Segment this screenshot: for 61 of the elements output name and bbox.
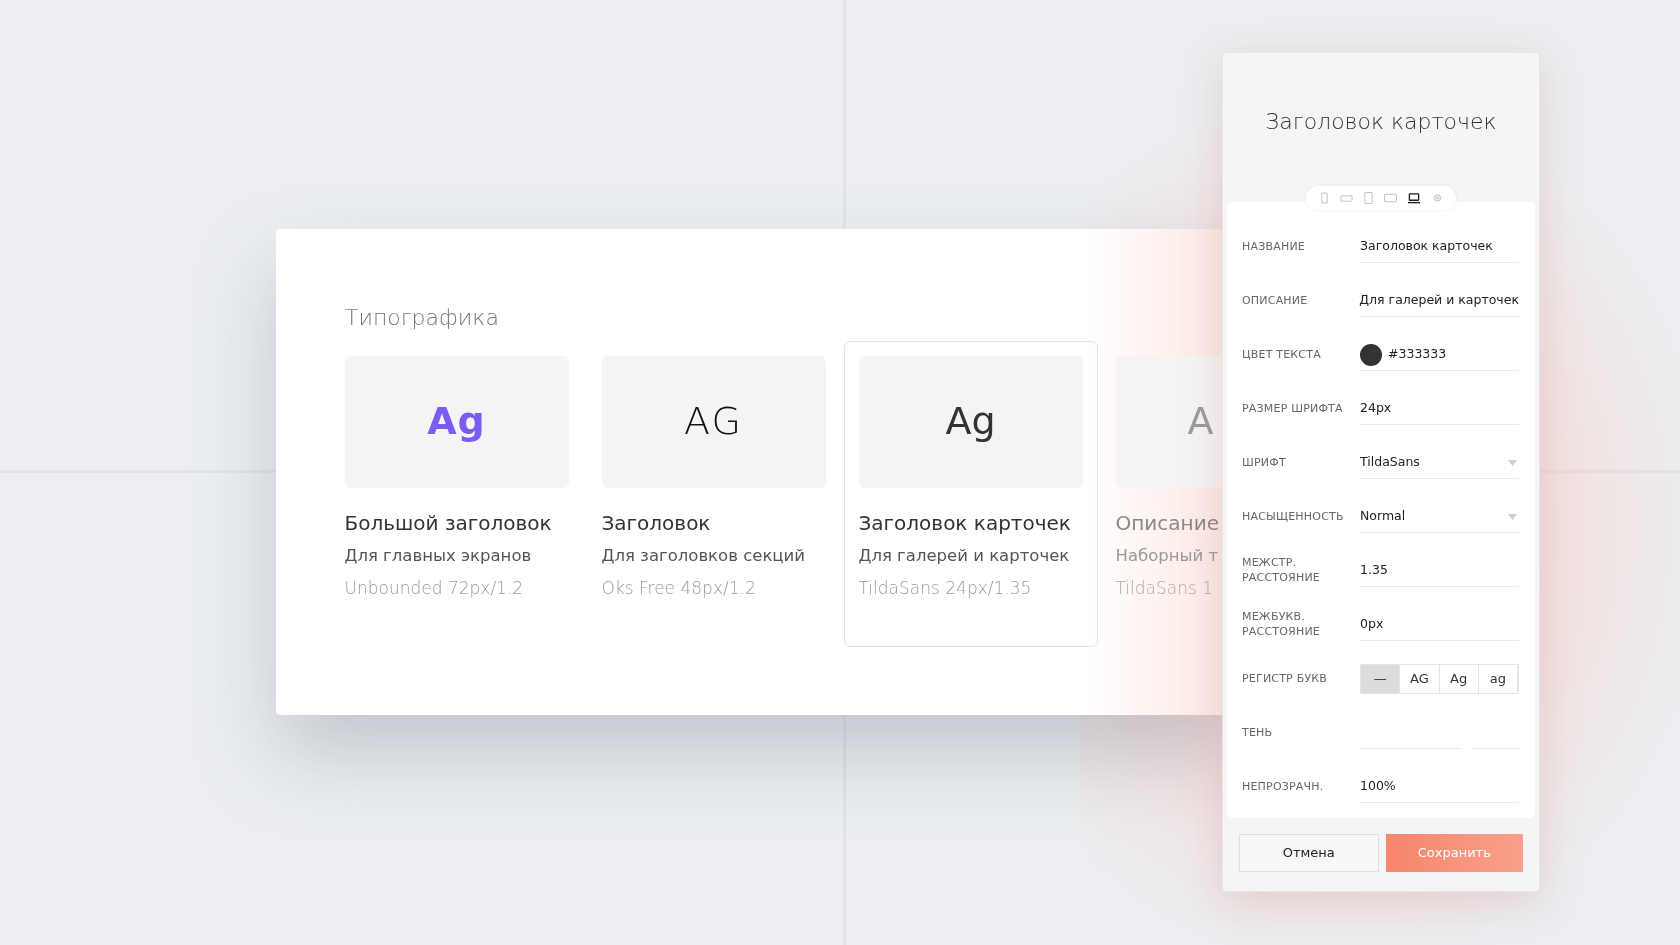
select-field[interactable]: Normal [1360, 501, 1519, 533]
style-meta: TildaSans 1 [1115, 577, 1215, 601]
select-field[interactable]: TildaSans [1360, 447, 1519, 479]
field-label: ЦВЕТ ТЕКСТА [1242, 347, 1322, 363]
tablet-icon[interactable] [1384, 192, 1397, 204]
preview-glyphs: A [1187, 398, 1214, 445]
type-style-card[interactable]: Ag Большой заголовок Для главных экранов Unbounded 72px/1.2 [329, 340, 584, 647]
input-field[interactable]: 1.35 [1360, 555, 1519, 587]
style-description: Для заголовков секций [601, 544, 807, 567]
style-meta: Oks Free 48px/1.2 [601, 577, 757, 601]
section-title: Типографика [345, 304, 500, 332]
style-name: Большой заголовок [344, 509, 553, 537]
panel-title: Заголовок карточек [1264, 108, 1498, 136]
preview-glyphs: Ag [427, 398, 486, 445]
type-style-card[interactable]: Ag Заголовок карточек Для галерей и карточек TildaSans 24px/1.35 [843, 340, 1098, 647]
cancel-button[interactable]: Отмена [1239, 834, 1379, 872]
phone-icon[interactable] [1340, 192, 1353, 204]
input-field[interactable]: Заголовок карточек [1360, 231, 1519, 263]
field-label: РЕГИСТР БУКВ [1242, 671, 1329, 687]
style-meta: TildaSans 24px/1.35 [858, 577, 1033, 601]
preview-glyphs: Ag [945, 398, 996, 445]
phone-icon[interactable] [1318, 192, 1331, 204]
case-option[interactable]: — [1361, 665, 1401, 693]
color-swatch[interactable] [1360, 343, 1382, 366]
field-label: МЕЖБУКВ. РАССТОЯНИЕ [1242, 610, 1321, 640]
tablet-icon[interactable] [1362, 192, 1375, 204]
style-name: Заголовок [601, 509, 712, 537]
field-label: НАСЫЩЕННОСТЬ [1242, 509, 1345, 525]
field-label: ШРИФТ [1242, 455, 1287, 471]
field-label: МЕЖСТР. РАССТОЯНИЕ [1242, 556, 1321, 586]
input-field[interactable]: 100% [1360, 771, 1519, 803]
input-field[interactable]: Для галерей и карточек [1359, 285, 1519, 317]
field-value: TildaSans [1360, 453, 1420, 472]
style-description: Наборный т [1115, 544, 1220, 567]
field-label: РАЗМЕР ШРИФТА [1242, 401, 1344, 417]
field-label: ТЕНЬ [1242, 725, 1274, 741]
laptop-icon[interactable] [1406, 192, 1422, 204]
field-label: ОПИСАНИЕ [1242, 293, 1309, 309]
style-name: Описание [1115, 509, 1220, 537]
field-value: Normal [1360, 507, 1406, 526]
caret-icon [1508, 460, 1517, 466]
style-name: Заголовок карточек [858, 509, 1072, 537]
input-field[interactable]: 0px [1360, 609, 1519, 641]
field-value: 24px [1360, 399, 1392, 418]
input-field[interactable]: #333333 [1360, 339, 1519, 371]
field-value: #333333 [1388, 345, 1447, 364]
type-style-card[interactable]: AG Заголовок Для заголовков секций Oks Free 48px/1.2 [586, 340, 841, 647]
field-value: 1.35 [1360, 561, 1388, 580]
field-value: 0px [1360, 615, 1384, 634]
style-meta: Unbounded 72px/1.2 [344, 577, 525, 601]
field-label: НАЗВАНИЕ [1242, 239, 1306, 255]
input-field[interactable]: 24px [1360, 393, 1519, 425]
field-value: Заголовок карточек [1360, 237, 1493, 256]
preview-glyphs: AG [684, 398, 743, 445]
field-value: 100% [1360, 777, 1396, 796]
field-value: Для галерей и карточек [1359, 291, 1519, 310]
caret-icon [1508, 514, 1517, 520]
settings-icon[interactable] [1431, 192, 1444, 204]
style-description: Для главных экранов [344, 544, 533, 567]
style-description: Для галерей и карточек [858, 544, 1071, 567]
field-label: НЕПРОЗРАЧН. [1242, 779, 1325, 795]
